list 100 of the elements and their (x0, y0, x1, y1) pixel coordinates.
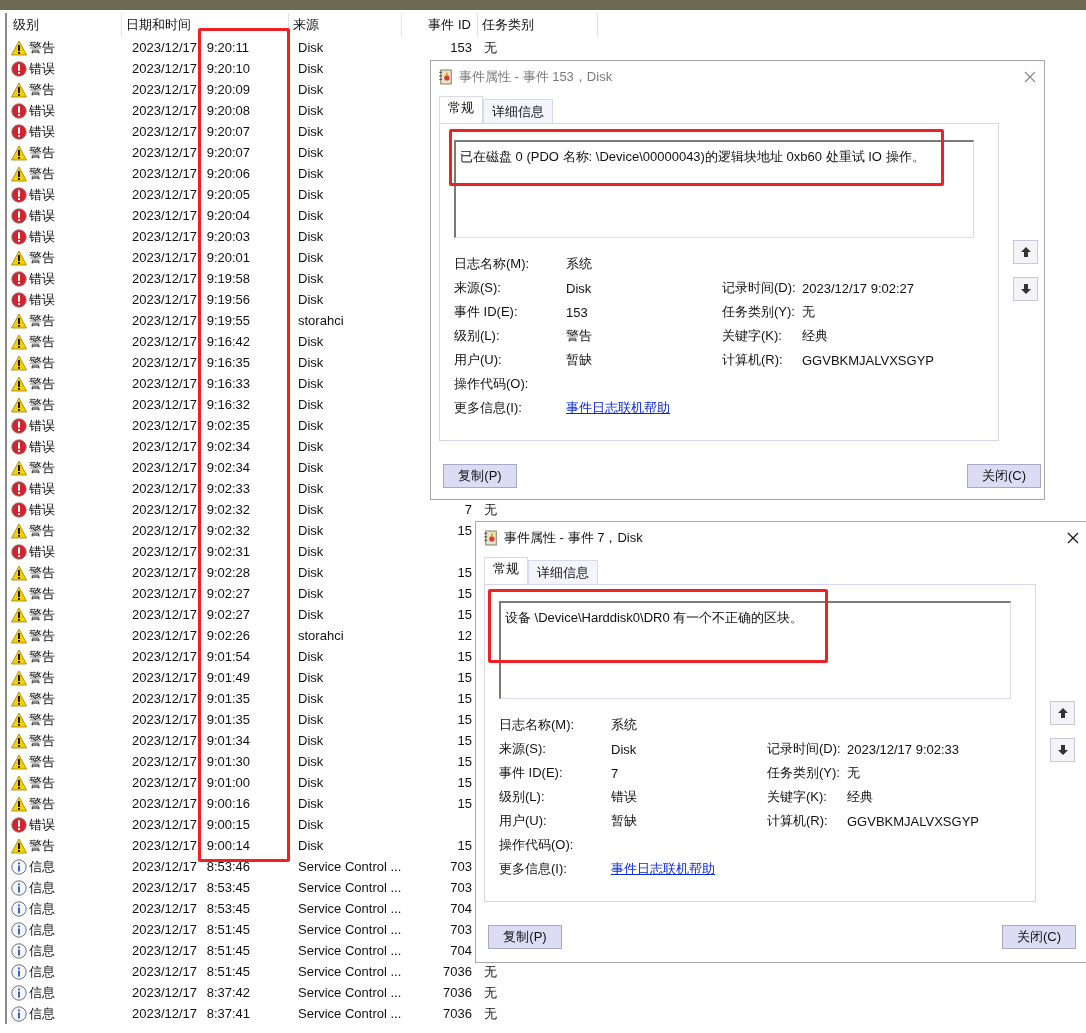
event-id-text: 703 (450, 922, 472, 937)
level-text: 警告 (29, 710, 55, 729)
help-link[interactable]: 事件日志联机帮助 (611, 861, 715, 876)
level-text: 信息 (29, 857, 55, 876)
level-text: 警告 (29, 605, 55, 624)
event-id-text: 15 (457, 670, 472, 685)
source-text: Disk (298, 712, 324, 727)
dialog-title: 事件属性 - 事件 153，Disk (459, 68, 613, 86)
level-text: 信息 (29, 920, 55, 939)
date-time-text: 2023/12/17 9:02:28 (132, 565, 251, 580)
level-text: 警告 (29, 752, 55, 771)
level-text: 错误 (29, 416, 55, 435)
source-text: Disk (298, 817, 324, 832)
task-category-text: 无 (484, 1004, 497, 1023)
source-text: Disk (298, 502, 324, 517)
level-text: 警告 (29, 794, 55, 813)
source-text: Service Control ... (298, 880, 402, 895)
field-label: 任务类别(Y): (767, 765, 840, 780)
level-text: 警告 (29, 353, 55, 372)
date-time-text: 2023/12/17 9:20:04 (132, 208, 251, 223)
field-value: 系统 (611, 717, 637, 732)
field-label: 操作代码(O): (454, 376, 529, 391)
date-time-text: 2023/12/17 9:02:32 (132, 502, 251, 517)
date-time-text: 2023/12/17 9:20:09 (132, 82, 251, 97)
field-label: 记录时间(D): (767, 741, 841, 756)
date-time-text: 2023/12/17 9:20:11 (132, 40, 250, 55)
field-label: 事件 ID(E): (499, 765, 563, 780)
next-event-button[interactable] (1050, 738, 1075, 762)
field-value: 系统 (566, 256, 592, 271)
level-text: 警告 (29, 773, 55, 792)
event-id-text: 704 (450, 943, 472, 958)
warning-icon (11, 690, 27, 707)
source-text: Disk (298, 61, 324, 76)
level-text: 警告 (29, 563, 55, 582)
error-icon (11, 501, 27, 518)
tab[interactable]: 常规 (439, 96, 483, 123)
date-time-text: 2023/12/17 8:53:45 (132, 901, 251, 916)
field-value: GGVBKMJALVXSGYP (802, 352, 934, 368)
field-value: 经典 (802, 328, 828, 343)
field-label: 关键字(K): (767, 789, 827, 804)
copy-button[interactable]: 复制(P) (443, 464, 517, 488)
level-text: 警告 (29, 836, 55, 855)
tab[interactable]: 详细信息 (483, 99, 553, 123)
level-text: 信息 (29, 878, 55, 897)
source-text: Disk (298, 754, 324, 769)
error-icon (11, 438, 27, 455)
source-text: Disk (298, 103, 324, 118)
level-text: 警告 (29, 458, 55, 477)
warning-icon (11, 375, 27, 392)
source-text: Disk (298, 649, 324, 664)
level-text: 错误 (29, 59, 55, 78)
previous-event-button[interactable] (1013, 240, 1038, 264)
event-id-text: 7 (464, 502, 472, 517)
date-time-text: 2023/12/17 9:20:07 (132, 145, 251, 160)
event-message: 设备 \Device\Harddisk0\DR0 有一个不正确的区块。 (505, 610, 804, 625)
level-text: 警告 (29, 143, 55, 162)
source-text: Disk (298, 733, 324, 748)
source-text: Service Control ... (298, 943, 402, 958)
event-id-text: 15 (457, 691, 472, 706)
event-id-text: 15 (457, 754, 472, 769)
level-text: 警告 (29, 689, 55, 708)
date-time-text: 2023/12/17 9:01:00 (132, 775, 251, 790)
help-link[interactable]: 事件日志联机帮助 (566, 400, 670, 415)
level-text: 警告 (29, 626, 55, 645)
source-text: Disk (298, 460, 324, 475)
previous-event-button[interactable] (1050, 701, 1075, 725)
source-text: Disk (298, 355, 324, 370)
source-text: Disk (298, 439, 324, 454)
tab[interactable]: 详细信息 (528, 560, 598, 584)
close-button[interactable]: 关闭(C) (967, 464, 1041, 488)
info-icon (11, 921, 27, 938)
task-category-text: 无 (484, 38, 497, 57)
date-time-text: 2023/12/17 9:01:35 (132, 691, 251, 706)
source-text: Service Control ... (298, 901, 402, 916)
warning-icon (11, 396, 27, 413)
field-label: 事件 ID(E): (454, 304, 518, 319)
date-time-text: 2023/12/17 9:20:07 (132, 124, 251, 139)
date-time-text: 2023/12/17 9:00:16 (132, 796, 251, 811)
close-button[interactable]: 关闭(C) (1002, 925, 1076, 949)
copy-button[interactable]: 复制(P) (488, 925, 562, 949)
date-time-text: 2023/12/17 9:20:08 (132, 103, 251, 118)
source-text: Disk (298, 397, 324, 412)
date-time-text: 2023/12/17 9:01:34 (132, 733, 251, 748)
source-text: Disk (298, 271, 324, 286)
event-id-text: 153 (450, 40, 472, 55)
close-icon[interactable] (1067, 532, 1079, 544)
date-time-text: 2023/12/17 9:20:01 (132, 250, 251, 265)
event-id-text: 15 (457, 649, 472, 664)
next-event-button[interactable] (1013, 277, 1038, 301)
task-category-text: 无 (484, 500, 497, 519)
task-category-text: 无 (484, 983, 497, 1002)
event-id-text: 703 (450, 859, 472, 874)
warning-icon (11, 333, 27, 350)
date-time-text: 2023/12/17 8:51:45 (132, 943, 251, 958)
tab[interactable]: 常规 (484, 557, 528, 584)
level-text: 警告 (29, 38, 55, 57)
source-text: Disk (298, 292, 324, 307)
level-text: 警告 (29, 332, 55, 351)
date-time-text: 2023/12/17 8:37:41 (132, 1006, 251, 1021)
level-text: 错误 (29, 290, 55, 309)
